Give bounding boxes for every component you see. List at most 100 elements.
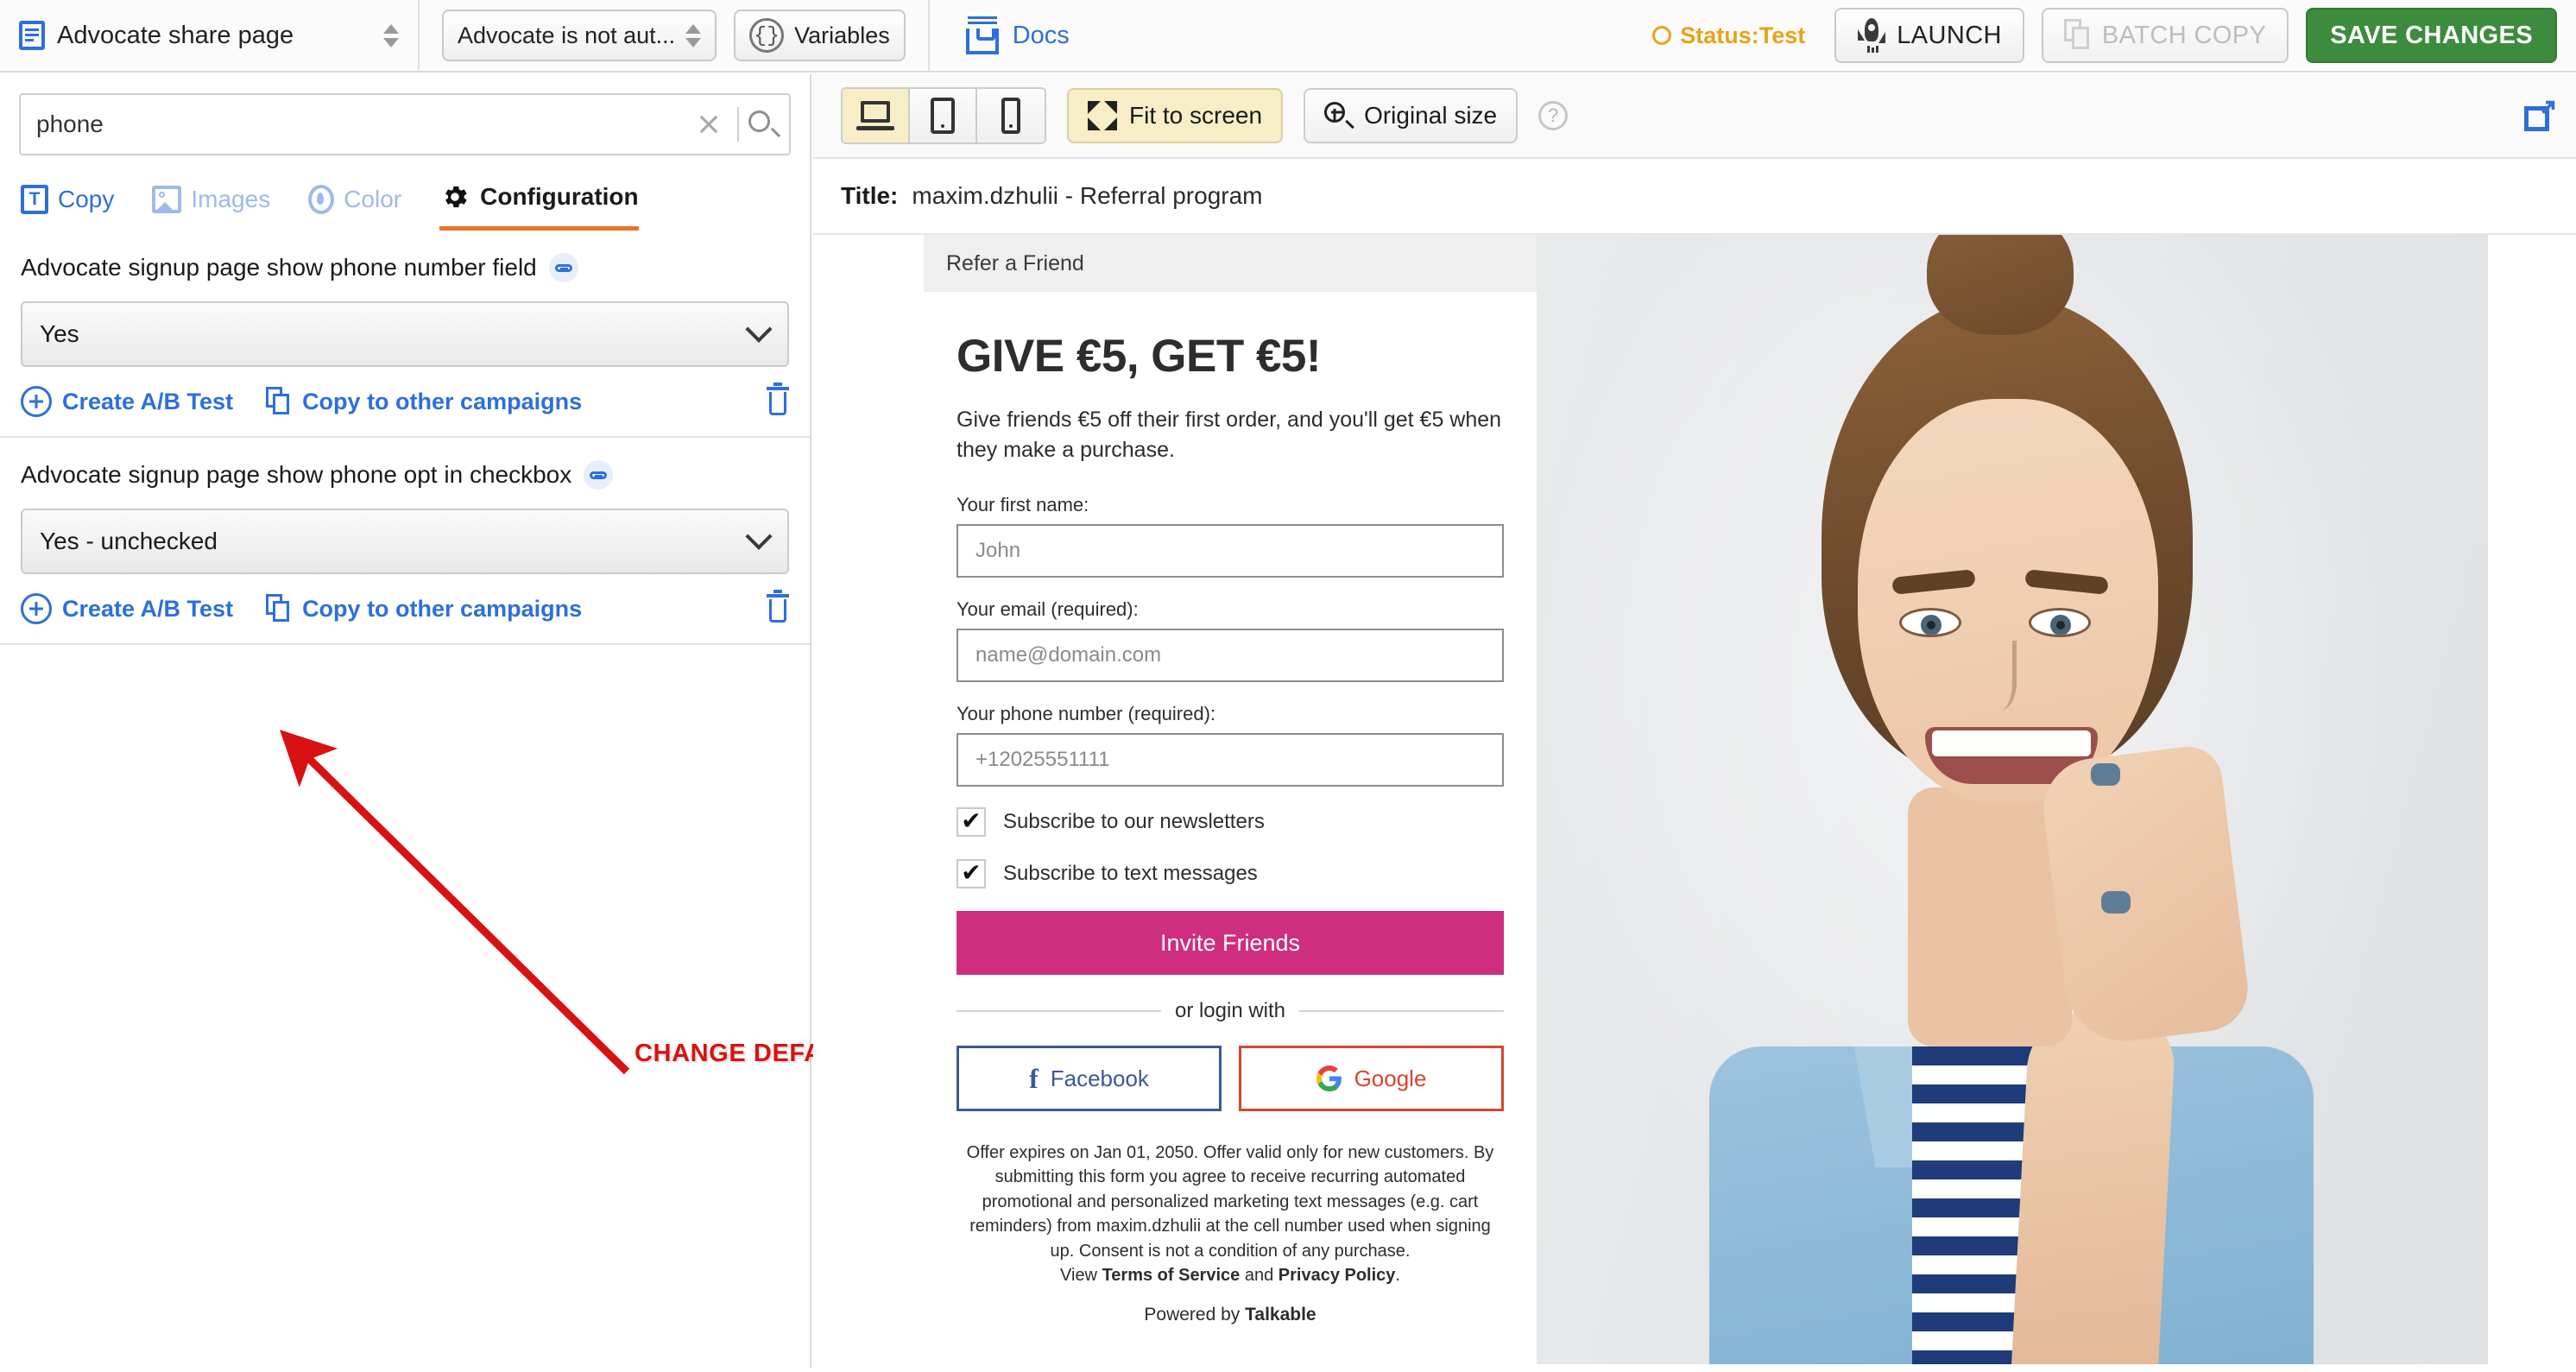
copy-to-other-campaigns-button[interactable]: Copy to other campaigns	[266, 387, 582, 416]
google-label: Google	[1354, 1065, 1427, 1091]
phone-input[interactable]: +12025551111	[957, 733, 1504, 787]
open-external-icon[interactable]	[2524, 98, 2557, 131]
droplet-icon	[308, 184, 335, 214]
email-input[interactable]: name@domain.com	[957, 629, 1504, 682]
desktop-icon	[856, 101, 894, 130]
page-stepper-icon[interactable]	[383, 23, 399, 47]
or-login-with-label: or login with	[1174, 999, 1286, 1022]
preview-toolbar: Fit to screen Original size ?	[813, 74, 2576, 159]
tab-color-label: Color	[344, 185, 402, 212]
trash-icon[interactable]	[767, 383, 789, 416]
tab-images-label: Images	[191, 185, 271, 212]
first-name-input[interactable]: John	[957, 524, 1504, 578]
tab-copy-label: Copy	[58, 185, 115, 212]
link-icon[interactable]	[584, 460, 614, 490]
original-size-label: Original size	[1364, 102, 1498, 129]
field-phone: Your phone number (required): +120255511…	[957, 703, 1504, 787]
link-icon[interactable]	[548, 253, 578, 282]
tab-copy[interactable]: T Copy	[21, 184, 115, 228]
chevron-updown-icon	[685, 23, 702, 47]
tab-images[interactable]: Images	[152, 185, 271, 227]
hero-photo	[1537, 235, 2488, 1364]
checkbox-text-messages[interactable]: Subscribe to text messages	[957, 859, 1504, 888]
copy-icon	[266, 594, 292, 623]
save-changes-label: SAVE CHANGES	[2330, 21, 2533, 49]
setting-title-row: Advocate signup page show phone opt in c…	[21, 460, 789, 490]
preview-panel: Fit to screen Original size ? Title: max…	[813, 74, 2576, 1368]
save-changes-button[interactable]: SAVE CHANGES	[2306, 8, 2557, 63]
copy-to-other-campaigns-label: Copy to other campaigns	[302, 388, 583, 414]
checkbox-label: Subscribe to text messages	[1003, 862, 1258, 885]
invite-friends-button[interactable]: Invite Friends	[957, 911, 1504, 975]
create-ab-test-label: Create A/B Test	[62, 595, 234, 622]
facebook-login-button[interactable]: f Facebook	[957, 1046, 1222, 1111]
tab-configuration[interactable]: Configuration	[439, 181, 639, 231]
legal-body: Offer expires on Jan 01, 2050. Offer val…	[966, 1143, 1494, 1261]
google-icon	[1316, 1065, 1342, 1091]
trash-icon[interactable]	[767, 590, 789, 623]
terms-of-service-link[interactable]: Terms of Service	[1102, 1266, 1241, 1285]
help-label: ?	[1548, 104, 1559, 126]
referral-form-panel: Refer a Friend GIVE €5, GET €5! Give fri…	[924, 235, 1537, 1364]
search-divider	[737, 107, 739, 142]
setting-dropdown-phone-opt-in-checkbox[interactable]: Yes - unchecked	[21, 509, 789, 574]
field-label: Your phone number (required):	[957, 703, 1216, 724]
social-login-row: f Facebook Google	[957, 1046, 1504, 1111]
help-icon[interactable]: ?	[1538, 101, 1569, 130]
page-title: Advocate share page	[57, 21, 294, 49]
copy-icon	[266, 387, 292, 416]
expand-icon	[1088, 101, 1117, 130]
checkbox-icon[interactable]	[957, 807, 986, 837]
create-ab-test-button[interactable]: Create A/B Test	[21, 593, 233, 624]
setting-dropdown-value: Yes	[40, 320, 79, 347]
search-icon[interactable]	[748, 110, 781, 139]
device-selector	[841, 87, 1046, 144]
launch-button[interactable]: LAUNCH	[1834, 8, 2024, 63]
email-placeholder: name@domain.com	[975, 643, 1162, 667]
copy-to-other-campaigns-label: Copy to other campaigns	[302, 595, 583, 622]
mobile-icon	[1001, 98, 1020, 134]
variables-button[interactable]: {} Variables	[734, 9, 906, 61]
top-toolbar: Advocate share page Advocate is not aut.…	[0, 0, 2576, 73]
referral-form-body: GIVE €5, GET €5! Give friends €5 off the…	[924, 292, 1537, 1325]
fit-to-screen-label: Fit to screen	[1129, 102, 1263, 129]
referral-form-header: Refer a Friend	[924, 235, 1537, 292]
refer-a-friend-label: Refer a Friend	[946, 250, 1084, 275]
create-ab-test-button[interactable]: Create A/B Test	[21, 386, 233, 417]
privacy-policy-link[interactable]: Privacy Policy	[1279, 1266, 1396, 1285]
legal-and: and	[1240, 1265, 1279, 1285]
audience-select[interactable]: Advocate is not aut...	[442, 9, 717, 61]
tab-color[interactable]: Color	[308, 184, 402, 228]
search-row: phone	[0, 74, 810, 155]
status-badge: Status:Test	[1652, 22, 1805, 49]
device-mobile-button[interactable]	[977, 89, 1045, 142]
status-label: Status:Test	[1680, 22, 1806, 48]
checkbox-newsletters[interactable]: Subscribe to our newsletters	[957, 807, 1504, 837]
toolbar-right-group: Status:Test LAUNCH BATCH COPY SAVE CHANG…	[1652, 8, 2576, 63]
create-ab-test-label: Create A/B Test	[62, 388, 234, 414]
preview-title-value: maxim.dzhulii - Referral program	[912, 182, 1263, 209]
chevron-down-icon	[745, 522, 773, 550]
preview-stage: Refer a Friend GIVE €5, GET €5! Give fri…	[813, 235, 2576, 1364]
checkbox-icon[interactable]	[957, 859, 986, 888]
setting-title-row: Advocate signup page show phone number f…	[21, 253, 789, 282]
chevron-down-icon	[745, 315, 773, 343]
copy-to-other-campaigns-button[interactable]: Copy to other campaigns	[266, 594, 582, 623]
launch-label: LAUNCH	[1897, 21, 2002, 49]
google-login-button[interactable]: Google	[1239, 1046, 1504, 1111]
fit-to-screen-button[interactable]: Fit to screen	[1067, 88, 1284, 143]
original-size-button[interactable]: Original size	[1304, 88, 1518, 143]
search-input[interactable]: phone	[19, 93, 791, 155]
clear-icon[interactable]	[694, 110, 723, 139]
device-tablet-button[interactable]	[910, 89, 977, 142]
setting-block-phone-number-field: Advocate signup page show phone number f…	[0, 231, 810, 438]
docs-link[interactable]: Docs	[964, 16, 1070, 54]
tablet-icon	[931, 98, 955, 134]
page-selector[interactable]: Advocate share page	[0, 0, 420, 72]
plus-circle-icon	[21, 593, 52, 624]
docs-icon	[964, 16, 1001, 54]
device-desktop-button[interactable]	[843, 89, 910, 142]
external-arrow-icon	[2541, 98, 2557, 114]
setting-dropdown-phone-number-field[interactable]: Yes	[21, 301, 789, 367]
document-icon	[19, 21, 45, 50]
